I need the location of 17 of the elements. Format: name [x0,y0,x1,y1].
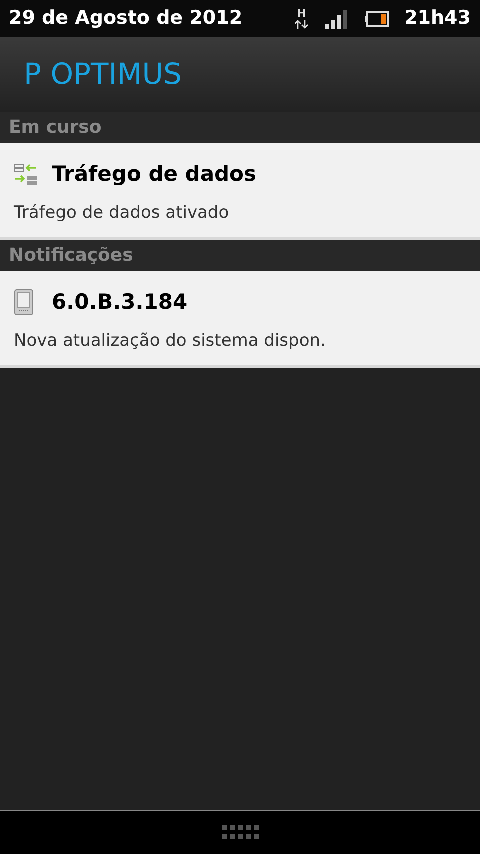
network-indicator: H [294,8,309,30]
signal-icon [324,8,349,28]
notification-item[interactable]: Tráfego de dados Tráfego de dados ativado [0,143,480,240]
battery-icon [364,10,389,26]
notification-item[interactable]: 6.0.B.3.184 Nova atualização do sistema dispon. [0,271,480,368]
notification-text: Tráfego de dados ativado [14,202,230,224]
handle-icon[interactable] [222,825,258,840]
notification-text: Nova atualização do sistema dispon. [14,330,327,352]
notification-title: Tráfego de dados [52,161,256,188]
data-transfer-icon [14,162,38,187]
section-header: Em curso [9,116,102,140]
date-text: 29 de Agosto de 2012 [9,6,243,32]
notification-title: 6.0.B.3.184 [52,289,188,316]
phone-icon [14,289,34,316]
time-text: 21h43 [404,6,471,32]
app-title: P OPTIMUS [24,56,182,93]
section-header: Notificações [9,244,134,268]
